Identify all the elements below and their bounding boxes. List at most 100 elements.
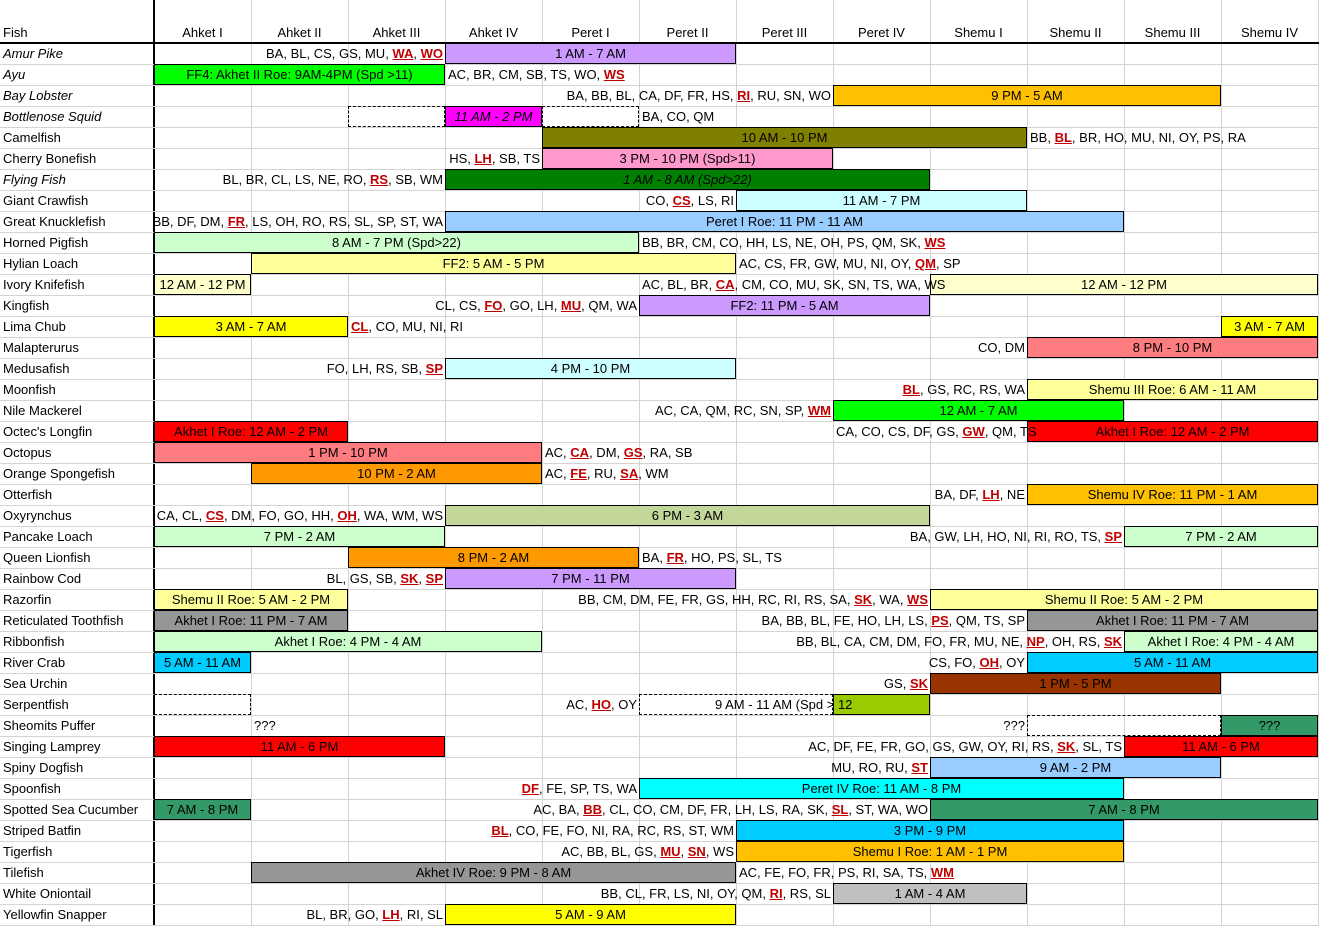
season-availability-bar[interactable]: 9 AM - 2 PM bbox=[930, 757, 1221, 778]
season-header[interactable]: Ahket III bbox=[348, 0, 445, 42]
season-availability-bar[interactable]: 11 AM - 6 PM bbox=[1124, 736, 1318, 757]
fish-name[interactable]: Spiny Dogfish bbox=[3, 757, 83, 778]
fish-name[interactable]: Bay Lobster bbox=[3, 85, 72, 106]
fish-name[interactable]: Octopus bbox=[3, 442, 51, 463]
fish-name[interactable]: Tigerfish bbox=[3, 841, 52, 862]
season-availability-bar[interactable]: Akhet I Roe: 11 PM - 7 AM bbox=[1027, 610, 1318, 631]
season-availability-bar[interactable]: Akhet IV Roe: 9 PM - 8 AM bbox=[251, 862, 736, 883]
season-availability-bar[interactable]: FF2: 11 PM - 5 AM bbox=[639, 295, 930, 316]
fish-name[interactable]: Singing Lamprey bbox=[3, 736, 101, 757]
fish-name[interactable]: Nile Mackerel bbox=[3, 400, 82, 421]
season-availability-bar[interactable]: 1 PM - 10 PM bbox=[154, 442, 542, 463]
season-availability-bar[interactable]: 4 PM - 10 PM bbox=[445, 358, 736, 379]
season-header[interactable]: Peret I bbox=[542, 0, 639, 42]
season-availability-bar[interactable]: 8 AM - 7 PM (Spd>22) bbox=[154, 232, 639, 253]
season-availability-bar[interactable]: 1 PM - 5 PM bbox=[930, 673, 1221, 694]
season-availability-bar[interactable]: 11 AM - 6 PM bbox=[154, 736, 445, 757]
season-availability-bar[interactable]: Shemu IV Roe: 11 PM - 1 AM bbox=[1027, 484, 1318, 505]
season-availability-bar[interactable]: Shemu I Roe: 1 AM - 1 PM bbox=[736, 841, 1124, 862]
fish-name[interactable]: Oxyrynchus bbox=[3, 505, 72, 526]
season-header[interactable]: Peret II bbox=[639, 0, 736, 42]
fish-name[interactable]: River Crab bbox=[3, 652, 65, 673]
fish-name[interactable]: Amur Pike bbox=[3, 43, 63, 64]
season-header[interactable]: Peret IV bbox=[833, 0, 930, 42]
fish-name[interactable]: Horned Pigfish bbox=[3, 232, 88, 253]
season-availability-bar[interactable]: 1 AM - 7 AM bbox=[445, 43, 736, 64]
fish-name[interactable]: Otterfish bbox=[3, 484, 52, 505]
season-header[interactable]: Ahket IV bbox=[445, 0, 542, 42]
season-availability-bar[interactable]: 12 AM - 12 PM bbox=[154, 274, 251, 295]
season-header[interactable]: Ahket I bbox=[154, 0, 251, 42]
season-availability-bar[interactable]: 8 PM - 2 AM bbox=[348, 547, 639, 568]
fish-name[interactable]: Tilefish bbox=[3, 862, 44, 883]
fish-name[interactable]: Bottlenose Squid bbox=[3, 106, 101, 127]
season-availability-bar[interactable]: Akhet I Roe: 4 PM - 4 AM bbox=[1124, 631, 1318, 652]
fish-name[interactable]: Lima Chub bbox=[3, 316, 66, 337]
season-availability-bar[interactable]: ??? bbox=[1221, 715, 1318, 736]
fish-name[interactable]: Yellowfin Snapper bbox=[3, 904, 107, 925]
season-availability-bar[interactable]: 11 AM - 7 PM bbox=[736, 190, 1027, 211]
fish-name[interactable]: Camelfish bbox=[3, 127, 61, 148]
season-availability-bar[interactable]: Akhet I Roe: 12 AM - 2 PM bbox=[154, 421, 348, 442]
season-availability-bar[interactable]: 3 AM - 7 AM bbox=[154, 316, 348, 337]
fish-name[interactable]: Kingfish bbox=[3, 295, 49, 316]
season-availability-bar[interactable]: Shemu II Roe: 5 AM - 2 PM bbox=[930, 589, 1318, 610]
season-availability-bar[interactable]: Peret I Roe: 11 PM - 11 AM bbox=[445, 211, 1124, 232]
season-availability-bar[interactable]: 3 AM - 7 AM bbox=[1221, 316, 1318, 337]
season-availability-bar[interactable]: 1 AM - 8 AM (Spd>22) bbox=[445, 169, 930, 190]
season-availability-bar[interactable]: FF4: Akhet II Roe: 9AM-4PM (Spd >11) bbox=[154, 64, 445, 85]
fish-name[interactable]: Razorfin bbox=[3, 589, 51, 610]
fish-name[interactable]: Queen Lionfish bbox=[3, 547, 90, 568]
season-availability-bar[interactable]: 5 AM - 11 AM bbox=[154, 652, 251, 673]
season-availability-bar[interactable]: 10 AM - 10 PM bbox=[542, 127, 1027, 148]
fish-name[interactable]: Serpentfish bbox=[3, 694, 69, 715]
season-availability-bar[interactable]: 1 AM - 4 AM bbox=[833, 883, 1027, 904]
fish-name[interactable]: Ayu bbox=[3, 64, 25, 85]
season-header[interactable]: Peret III bbox=[736, 0, 833, 42]
season-header[interactable]: Shemu IV bbox=[1221, 0, 1318, 42]
season-availability-bar[interactable]: 7 PM - 2 AM bbox=[1124, 526, 1318, 547]
season-availability-bar[interactable]: Peret IV Roe: 11 AM - 8 PM bbox=[639, 778, 1124, 799]
season-availability-bar[interactable]: Akhet I Roe: 4 PM - 4 AM bbox=[154, 631, 542, 652]
fish-name[interactable]: Octec's Longfin bbox=[3, 421, 92, 442]
fish-name[interactable]: Orange Spongefish bbox=[3, 463, 115, 484]
season-availability-bar[interactable]: 7 AM - 8 PM bbox=[154, 799, 251, 820]
season-availability-bar[interactable]: 12 AM - 7 AM bbox=[833, 400, 1124, 421]
season-availability-bar[interactable]: 5 AM - 11 AM bbox=[1027, 652, 1318, 673]
fish-name[interactable]: Sea Urchin bbox=[3, 673, 67, 694]
fish-name[interactable]: White Oniontail bbox=[3, 883, 91, 904]
season-availability-bar[interactable]: 5 AM - 9 AM bbox=[445, 904, 736, 925]
fish-name[interactable]: Ivory Knifefish bbox=[3, 274, 85, 295]
season-header[interactable]: Shemu II bbox=[1027, 0, 1124, 42]
fish-name[interactable]: Spotted Sea Cucumber bbox=[3, 799, 138, 820]
season-availability-bar[interactable]: FF2: 5 AM - 5 PM bbox=[251, 253, 736, 274]
fish-name[interactable]: Flying Fish bbox=[3, 169, 66, 190]
season-availability-bar[interactable]: Akhet I Roe: 11 PM - 7 AM bbox=[154, 610, 348, 631]
season-availability-bar[interactable]: 10 PM - 2 AM bbox=[251, 463, 542, 484]
season-availability-bar[interactable]: 9 PM - 5 AM bbox=[833, 85, 1221, 106]
season-availability-bar[interactable]: 7 AM - 8 PM bbox=[930, 799, 1318, 820]
fish-name[interactable]: Giant Crawfish bbox=[3, 190, 88, 211]
fish-name[interactable]: Spoonfish bbox=[3, 778, 61, 799]
season-availability-bar[interactable]: 6 PM - 3 AM bbox=[445, 505, 930, 526]
season-availability-bar[interactable]: 7 PM - 2 AM bbox=[154, 526, 445, 547]
fish-name[interactable]: Sheomits Puffer bbox=[3, 715, 95, 736]
season-header[interactable]: Ahket II bbox=[251, 0, 348, 42]
fish-name[interactable]: Pancake Loach bbox=[3, 526, 93, 547]
fish-name[interactable]: Reticulated Toothfish bbox=[3, 610, 123, 631]
season-availability-bar[interactable]: 12 AM - 12 PM bbox=[930, 274, 1318, 295]
season-availability-bar[interactable]: Shemu III Roe: 6 AM - 11 AM bbox=[1027, 379, 1318, 400]
fish-name[interactable]: Moonfish bbox=[3, 379, 56, 400]
fish-name[interactable]: Malapterurus bbox=[3, 337, 79, 358]
season-header[interactable]: Shemu I bbox=[930, 0, 1027, 42]
season-availability-bar[interactable]: 3 PM - 9 PM bbox=[736, 820, 1124, 841]
fish-name[interactable]: Rainbow Cod bbox=[3, 568, 81, 589]
season-availability-bar[interactable]: 7 PM - 11 PM bbox=[445, 568, 736, 589]
fish-column-header[interactable]: Fish bbox=[0, 0, 157, 42]
season-availability-bar[interactable]: 8 PM - 10 PM bbox=[1027, 337, 1318, 358]
season-availability-bar[interactable]: 3 PM - 10 PM (Spd>11) bbox=[542, 148, 833, 169]
season-availability-bar[interactable]: Shemu II Roe: 5 AM - 2 PM bbox=[154, 589, 348, 610]
season-availability-bar[interactable]: 11 AM - 2 PM bbox=[445, 106, 542, 127]
fish-name[interactable]: Striped Batfin bbox=[3, 820, 81, 841]
season-availability-bar[interactable]: Akhet I Roe: 12 AM - 2 PM bbox=[1027, 421, 1318, 442]
